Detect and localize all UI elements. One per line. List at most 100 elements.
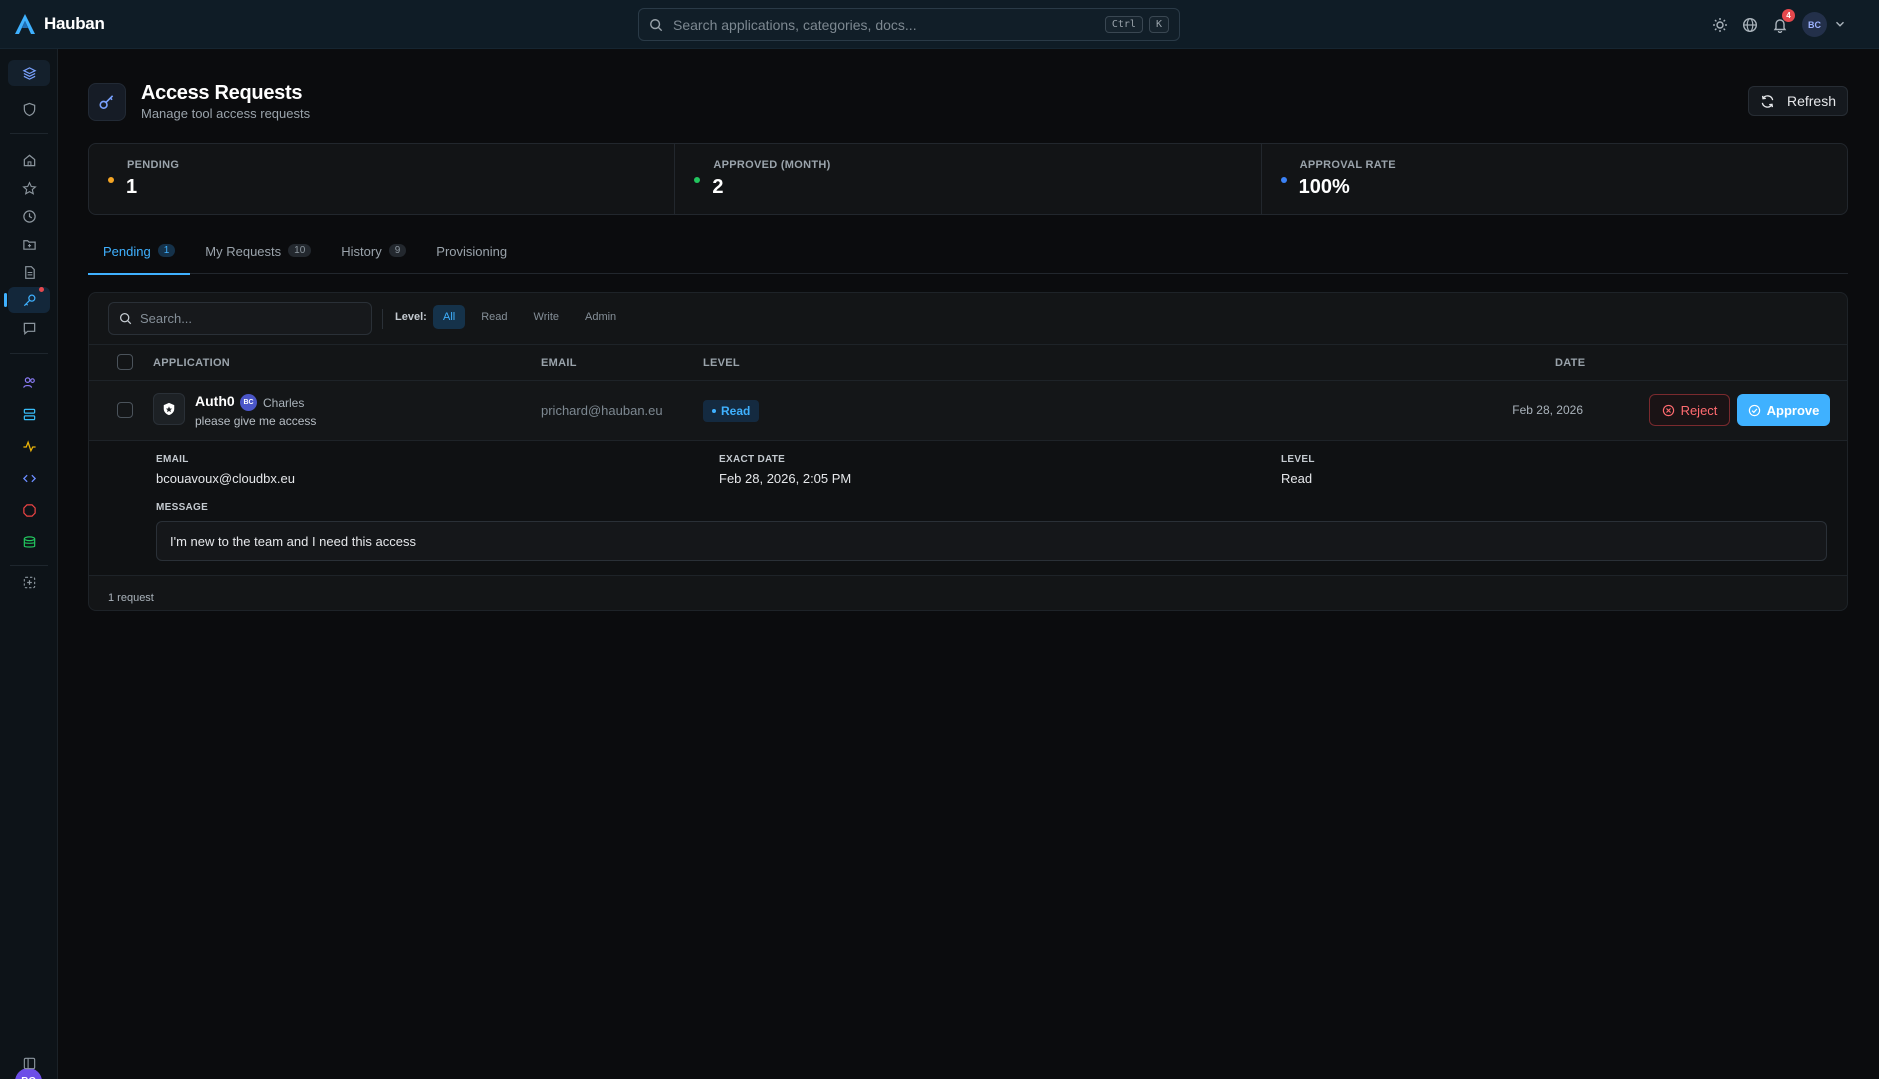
sidebar-item-users[interactable]	[8, 369, 50, 395]
sidebar-item-home[interactable]	[8, 147, 50, 173]
sidebar-item-code[interactable]	[8, 465, 50, 491]
layers-icon	[22, 66, 36, 80]
approve-button[interactable]: Approve	[1737, 394, 1830, 426]
detail-message-label: MESSAGE	[156, 502, 209, 513]
reject-label: Reject	[1680, 402, 1718, 418]
users-icon	[22, 376, 35, 388]
divider	[382, 309, 383, 329]
app-name: Auth0	[195, 393, 235, 409]
user-avatar[interactable]: BC	[1802, 12, 1827, 37]
globe-icon[interactable]	[1742, 17, 1758, 33]
column-application: APPLICATION	[153, 357, 231, 369]
level-option-write[interactable]: Write	[524, 305, 569, 329]
stat-value: 1	[126, 176, 138, 198]
sidebar-item-storage[interactable]	[8, 529, 50, 555]
page-subtitle: Manage tool access requests	[141, 106, 311, 121]
level-badge: Read	[703, 400, 760, 422]
auth0-shield-icon	[163, 402, 175, 416]
activity-icon	[22, 439, 36, 452]
bell-icon[interactable]: 4	[1772, 8, 1795, 33]
level-option-read[interactable]: Read	[471, 305, 517, 329]
page-header-icon	[88, 83, 126, 121]
x-circle-icon	[1662, 404, 1674, 416]
sidebar-item-access-requests[interactable]	[4, 287, 50, 313]
sidebar-separator	[10, 353, 48, 354]
auth0-app-icon	[153, 393, 185, 425]
sidebar-item-history[interactable]	[8, 203, 50, 229]
level-filter-label: Level:	[395, 311, 427, 323]
reject-button[interactable]: Reject	[1649, 394, 1730, 426]
sidebar-item-monitoring[interactable]	[8, 433, 50, 459]
key-icon	[23, 294, 35, 306]
sidebar-item-favorites[interactable]	[8, 175, 50, 201]
global-search-input[interactable]: Search applications, categories, docs...…	[638, 8, 1180, 41]
logo[interactable]: Hauban	[12, 12, 105, 36]
requester-chip: BC Charles	[240, 394, 304, 411]
approve-label: Approve	[1766, 402, 1820, 418]
code-icon	[22, 474, 36, 482]
tab-label: History	[341, 244, 382, 259]
home-icon	[23, 154, 35, 166]
tab-count: 1	[157, 244, 176, 257]
sidebar-notification-dot	[39, 287, 44, 292]
sidebar: BC	[0, 49, 58, 1079]
top-bar: Hauban Search applications, categories, …	[0, 0, 1879, 49]
stat-label: APPROVED (MONTH)	[713, 159, 831, 171]
detail-message: I'm new to the team and I need this acce…	[156, 521, 1827, 561]
table-row[interactable]: Auth0 BC Charles please give me access p…	[89, 381, 1847, 441]
tab-history[interactable]: History 9	[326, 238, 421, 274]
shortcut-k: K	[1148, 16, 1169, 33]
brand-name: Hauban	[44, 14, 105, 33]
storage-icon	[23, 535, 35, 548]
global-search-placeholder: Search applications, categories, docs...	[673, 16, 917, 33]
level-option-all[interactable]: All	[433, 305, 466, 329]
check-circle-icon	[1748, 404, 1760, 416]
column-email: EMAIL	[541, 357, 577, 369]
row-checkbox[interactable]	[117, 402, 133, 418]
notification-badge: 4	[1782, 8, 1795, 22]
request-message: please give me access	[195, 414, 317, 428]
tab-provisioning[interactable]: Provisioning	[421, 238, 522, 274]
status-dot	[1280, 177, 1287, 183]
sidebar-collapse[interactable]	[8, 1050, 50, 1076]
stat-label: APPROVAL RATE	[1299, 159, 1396, 171]
search-placeholder: Search...	[140, 311, 193, 326]
chat-icon	[23, 322, 35, 335]
key-icon	[99, 95, 114, 109]
database-icon	[23, 408, 35, 420]
tab-my-requests[interactable]: My Requests 10	[190, 238, 326, 274]
refresh-button[interactable]: Refresh	[1748, 86, 1848, 116]
column-date: DATE	[1555, 357, 1586, 369]
level-option-admin[interactable]: Admin	[575, 305, 626, 329]
tab-label: Provisioning	[436, 244, 508, 259]
search-icon	[119, 312, 132, 325]
select-all-checkbox[interactable]	[117, 354, 133, 370]
column-level: LEVEL	[703, 357, 740, 369]
refresh-icon	[1761, 94, 1774, 108]
hauban-logo-icon	[15, 14, 35, 34]
sidebar-item-shield[interactable]	[8, 96, 50, 122]
theme-toggle-sun-icon[interactable]	[1712, 17, 1728, 33]
tab-pending[interactable]: Pending 1	[88, 238, 191, 275]
row-date: Feb 28, 2026	[1512, 403, 1583, 417]
status-dot	[108, 177, 114, 183]
level-dot	[712, 409, 716, 413]
sidebar-item-documents[interactable]	[8, 259, 50, 285]
sidebar-item-security[interactable]	[8, 497, 50, 523]
stat-pending: PENDING 1	[89, 144, 676, 214]
stat-value: 2	[712, 176, 724, 198]
tab-count: 10	[288, 244, 312, 257]
detail-email-label: EMAIL	[156, 454, 189, 465]
sidebar-item-layers[interactable]	[8, 60, 50, 86]
sidebar-item-servers[interactable]	[8, 401, 50, 427]
sidebar-item-add[interactable]	[8, 569, 50, 595]
search-icon	[650, 18, 663, 31]
chevron-down-icon[interactable]	[1833, 17, 1849, 33]
sidebar-item-messages[interactable]	[8, 315, 50, 341]
tab-label: Pending	[103, 244, 151, 259]
sidebar-item-folders[interactable]	[8, 231, 50, 257]
request-search-input[interactable]: Search...	[108, 302, 372, 335]
file-icon	[24, 265, 35, 279]
stat-value: 100%	[1298, 176, 1350, 198]
shield-icon	[23, 102, 35, 116]
